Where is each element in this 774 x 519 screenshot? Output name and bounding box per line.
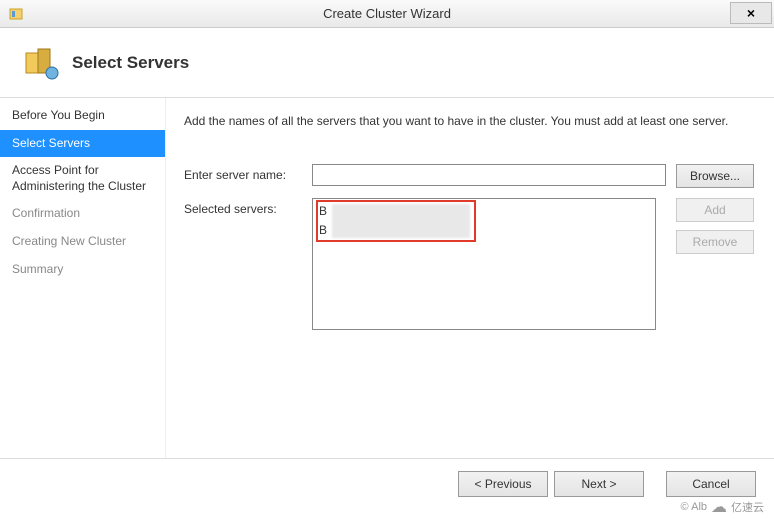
wizard-app-icon <box>8 6 24 22</box>
wizard-footer: < Previous Next > Cancel <box>0 458 774 508</box>
window-title: Create Cluster Wizard <box>0 6 774 21</box>
add-button: Add <box>676 198 754 222</box>
titlebar: Create Cluster Wizard × <box>0 0 774 28</box>
previous-button[interactable]: < Previous <box>458 471 548 497</box>
step-access-point[interactable]: Access Point for Administering the Clust… <box>0 157 165 200</box>
next-button[interactable]: Next > <box>554 471 644 497</box>
step-confirmation: Confirmation <box>0 200 165 228</box>
browse-button[interactable]: Browse... <box>676 164 754 188</box>
list-item[interactable]: B <box>316 202 652 221</box>
cluster-wizard-icon <box>20 43 60 83</box>
step-select-servers[interactable]: Select Servers <box>0 130 165 158</box>
wizard-steps-sidebar: Before You Begin Select Servers Access P… <box>0 98 166 458</box>
watermark-brand: 亿速云 <box>731 499 764 515</box>
cancel-button[interactable]: Cancel <box>666 471 756 497</box>
step-summary: Summary <box>0 256 165 284</box>
cloud-icon: ☁ <box>711 497 727 517</box>
selected-servers-label: Selected servers: <box>184 198 312 216</box>
page-title: Select Servers <box>72 53 189 73</box>
watermark: © Alb ☁ 亿速云 <box>681 497 764 517</box>
intro-text: Add the names of all the servers that yo… <box>184 114 754 128</box>
main-content: Add the names of all the servers that yo… <box>166 98 774 458</box>
step-before-you-begin[interactable]: Before You Begin <box>0 102 165 130</box>
close-icon: × <box>747 5 755 21</box>
watermark-author: © Alb <box>681 501 707 513</box>
remove-button: Remove <box>676 230 754 254</box>
step-creating-new-cluster: Creating New Cluster <box>0 228 165 256</box>
close-button[interactable]: × <box>730 2 772 24</box>
selected-servers-listbox[interactable]: B B <box>312 198 656 330</box>
wizard-header: Select Servers <box>0 28 774 98</box>
server-name-input[interactable] <box>312 164 666 186</box>
list-item[interactable]: B <box>316 221 652 240</box>
enter-server-label: Enter server name: <box>184 164 312 182</box>
